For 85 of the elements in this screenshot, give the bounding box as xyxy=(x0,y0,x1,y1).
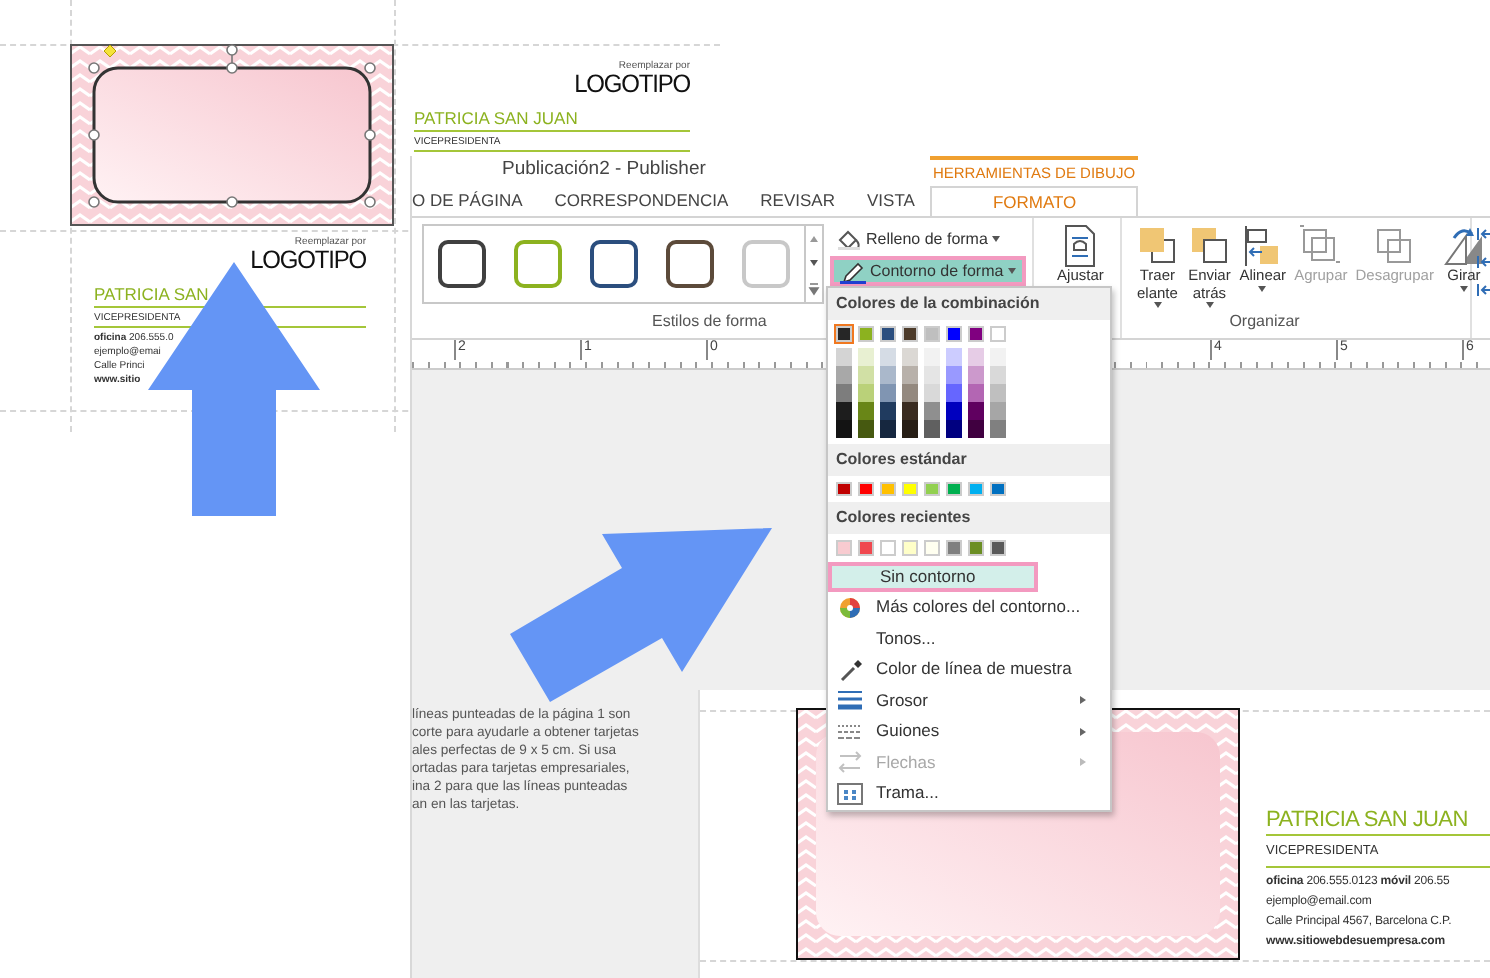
group-label: Organizar xyxy=(1229,310,1300,334)
color-swatch[interactable] xyxy=(858,481,873,496)
color-swatch[interactable] xyxy=(858,540,873,555)
size-icon[interactable] xyxy=(1476,254,1490,270)
color-swatch[interactable] xyxy=(924,326,939,341)
shade-column[interactable] xyxy=(880,347,895,437)
shape-style-swatch[interactable] xyxy=(438,240,486,288)
shape-fill-button[interactable]: Relleno de forma xyxy=(830,224,1006,254)
bring-forward-icon xyxy=(1135,224,1180,268)
document-icon xyxy=(1060,224,1101,268)
color-swatch[interactable] xyxy=(902,481,917,496)
menu-item[interactable]: Guiones xyxy=(828,716,1110,747)
menu-section-heading: Colores estándar xyxy=(828,443,1110,475)
color-swatch[interactable] xyxy=(924,481,939,496)
ungroup-icon xyxy=(1372,224,1417,268)
color-swatch[interactable] xyxy=(880,326,895,341)
group-label: Estilos de forma xyxy=(652,310,767,334)
color-swatch[interactable] xyxy=(968,326,983,341)
color-swatch[interactable] xyxy=(880,481,895,496)
shade-column[interactable] xyxy=(924,347,939,437)
color-swatch[interactable] xyxy=(858,326,873,341)
shade-column[interactable] xyxy=(946,347,961,437)
color-wheel-icon xyxy=(836,595,864,620)
menu-section-heading: Colores recientes xyxy=(828,502,1110,534)
menu-item[interactable]: Tonos... xyxy=(828,623,1110,654)
paint-bucket-icon xyxy=(836,228,862,250)
color-swatch[interactable] xyxy=(836,481,851,496)
color-swatch[interactable] xyxy=(990,481,1005,496)
size-icon[interactable] xyxy=(1476,282,1490,298)
group-icon xyxy=(1298,224,1343,268)
color-swatch[interactable] xyxy=(946,481,961,496)
resize-handle[interactable] xyxy=(226,62,238,74)
shape-style-swatch[interactable] xyxy=(514,240,562,288)
resize-handle[interactable] xyxy=(88,196,100,208)
color-swatch[interactable] xyxy=(902,326,917,341)
menu-item[interactable]: Trama... xyxy=(828,778,1110,809)
shade-column[interactable] xyxy=(836,347,851,437)
dash-style-icon xyxy=(836,719,864,744)
ribbon-tab[interactable]: O DE PÁGINA xyxy=(412,186,539,216)
send-backward-icon xyxy=(1187,224,1232,268)
color-swatch[interactable] xyxy=(990,326,1005,341)
adjust-handle[interactable] xyxy=(103,44,117,58)
menu-item[interactable]: Sin contorno xyxy=(828,561,1038,592)
color-swatch[interactable] xyxy=(836,540,851,555)
logo-text: LOGOTIPO xyxy=(574,71,690,97)
color-swatch[interactable] xyxy=(990,540,1005,555)
person-name: PATRICIA SAN JUAN xyxy=(414,110,580,129)
color-swatch[interactable] xyxy=(924,540,939,555)
menu-item[interactable]: Grosor xyxy=(828,685,1110,716)
shape-style-swatch[interactable] xyxy=(590,240,638,288)
color-swatch[interactable] xyxy=(902,540,917,555)
resize-handle[interactable] xyxy=(364,129,376,141)
menu-item[interactable]: Más colores del contorno... xyxy=(828,592,1110,623)
line-weight-icon xyxy=(836,688,864,713)
shade-column[interactable] xyxy=(968,347,983,437)
color-swatch[interactable] xyxy=(968,540,983,555)
window-title: Publicación2 - Publisher xyxy=(502,156,706,184)
resize-handle[interactable] xyxy=(88,62,100,74)
pattern-icon xyxy=(836,781,864,806)
ribbon-tab[interactable]: CORRESPONDENCIA xyxy=(538,186,745,216)
menu-section-heading: Colores de la combinación xyxy=(828,288,1110,320)
person-name: PATRICIA SAN JUAN xyxy=(1266,808,1470,833)
arrow-style-icon xyxy=(836,750,864,775)
color-swatch[interactable] xyxy=(946,540,961,555)
color-swatch[interactable] xyxy=(880,540,895,555)
resize-handle[interactable] xyxy=(88,129,100,141)
shape-outline-button[interactable]: Contorno de forma xyxy=(830,256,1026,286)
resize-handle[interactable] xyxy=(364,196,376,208)
resize-handle[interactable] xyxy=(364,62,376,74)
shape-style-swatch[interactable] xyxy=(666,240,714,288)
color-swatch[interactable] xyxy=(946,326,961,341)
ribbon-tab[interactable]: VISTA xyxy=(851,186,931,216)
color-swatch[interactable] xyxy=(968,481,983,496)
shade-column[interactable] xyxy=(858,347,873,437)
resize-handle[interactable] xyxy=(226,196,238,208)
shade-column[interactable] xyxy=(902,347,917,437)
eyedropper-icon xyxy=(836,657,864,682)
color-swatch[interactable] xyxy=(836,326,851,341)
shape-styles-gallery[interactable] xyxy=(422,224,824,304)
size-icon[interactable] xyxy=(1476,226,1490,242)
ribbon-tab[interactable]: REVISAR xyxy=(744,186,851,216)
menu-item[interactable]: Color de línea de muestra xyxy=(828,654,1110,685)
logo-text: LOGOTIPO xyxy=(250,247,366,273)
person-name: PATRICIA SAN xyxy=(94,286,211,305)
rotate-handle[interactable] xyxy=(226,44,238,56)
